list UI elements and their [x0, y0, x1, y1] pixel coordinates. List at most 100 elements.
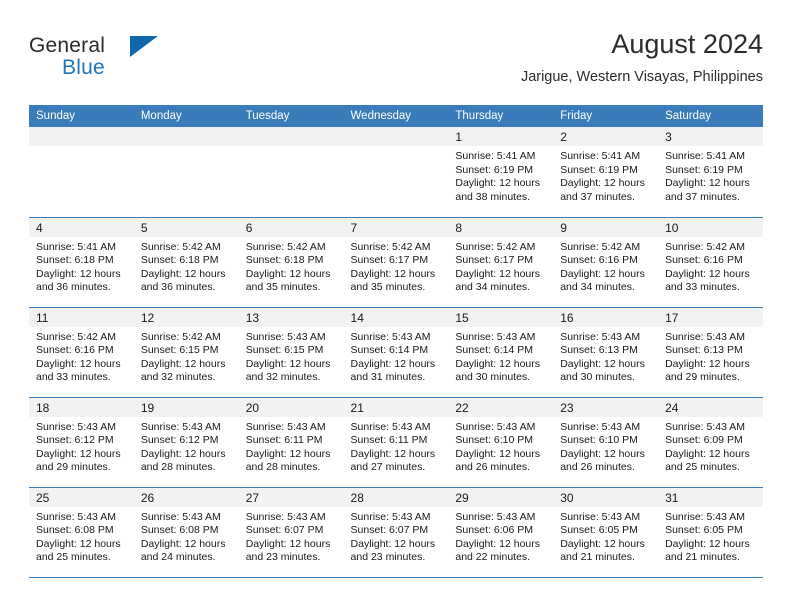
- day-details: Sunrise: 5:43 AM Sunset: 6:12 PM Daylight:…: [134, 417, 239, 475]
- calendar-day-cell-empty: [29, 127, 134, 217]
- day-number: 26: [133, 487, 239, 507]
- daylight-text-line2: and 27 minutes.: [350, 461, 426, 474]
- day-details: Sunrise: 5:43 AM Sunset: 6:14 PM Daylight:…: [344, 327, 449, 385]
- calendar-day-cell[interactable]: 26 Sunrise: 5:43 AM Sunset: 6:08 PM Dayligh…: [133, 486, 239, 578]
- daylight-text-line2: and 26 minutes.: [455, 461, 531, 474]
- daylight-text-line1: Daylight: 12 hours: [36, 447, 121, 460]
- calendar-day-cell[interactable]: 4 Sunrise: 5:41 AM Sunset: 6:18 PM Daylight…: [29, 216, 134, 307]
- sunrise-text: Sunrise: 5:43 AM: [665, 330, 746, 343]
- sunset-text: Sunset: 6:16 PM: [665, 254, 743, 267]
- day-number: 23: [553, 397, 659, 417]
- daylight-text-line1: Daylight: 12 hours: [560, 177, 645, 190]
- sunrise-text: Sunrise: 5:43 AM: [140, 510, 221, 523]
- sunrise-text: Sunrise: 5:43 AM: [350, 420, 431, 433]
- calendar-day-cell[interactable]: 29 Sunrise: 5:43 AM Sunset: 6:06 PM Dayligh…: [448, 486, 554, 578]
- calendar-day-cell[interactable]: 3 Sunrise: 5:41 AM Sunset: 6:19 PM Daylight…: [658, 127, 763, 217]
- day-details: Sunrise: 5:42 AM Sunset: 6:16 PM Daylight:…: [29, 327, 134, 385]
- day-details: Sunrise: 5:43 AM Sunset: 6:08 PM Daylight:…: [134, 507, 239, 565]
- daylight-text-line2: and 33 minutes.: [665, 281, 740, 294]
- day-details: Sunrise: 5:43 AM Sunset: 6:05 PM Daylight:…: [553, 507, 658, 565]
- calendar-day-cell[interactable]: 11 Sunrise: 5:42 AM Sunset: 6:16 PM Dayligh…: [29, 306, 134, 397]
- calendar-day-cell[interactable]: 31 Sunrise: 5:43 AM Sunset: 6:05 PM Dayligh…: [658, 486, 763, 578]
- daylight-text-line1: Daylight: 12 hours: [245, 537, 331, 550]
- calendar-page: General Blue August 2024 Jarigue, Wester…: [0, 0, 792, 612]
- day-number: 14: [343, 307, 449, 327]
- day-number: 3: [658, 127, 763, 146]
- sunrise-text: Sunrise: 5:43 AM: [140, 420, 221, 433]
- day-details: Sunrise: 5:42 AM Sunset: 6:15 PM Daylight:…: [134, 327, 239, 385]
- sunrise-text: Sunrise: 5:42 AM: [350, 240, 431, 253]
- calendar-day-cell[interactable]: 7 Sunrise: 5:42 AM Sunset: 6:17 PM Daylight…: [343, 216, 449, 307]
- calendar-day-cell[interactable]: 22 Sunrise: 5:43 AM Sunset: 6:10 PM Dayligh…: [448, 396, 554, 487]
- general-blue-logo[interactable]: General Blue: [29, 34, 209, 86]
- calendar-day-cell[interactable]: 17 Sunrise: 5:43 AM Sunset: 6:13 PM Dayligh…: [658, 306, 763, 397]
- sunset-text: Sunset: 6:17 PM: [455, 254, 534, 267]
- day-cell-inner: 11 Sunrise: 5:42 AM Sunset: 6:16 PM Dayligh…: [29, 307, 134, 397]
- calendar-day-cell[interactable]: 24 Sunrise: 5:43 AM Sunset: 6:09 PM Dayligh…: [658, 396, 763, 487]
- sunrise-text: Sunrise: 5:43 AM: [245, 510, 326, 523]
- calendar-day-cell[interactable]: 9 Sunrise: 5:42 AM Sunset: 6:16 PM Daylight…: [553, 216, 659, 307]
- daylight-text-line1: Daylight: 12 hours: [245, 267, 331, 280]
- day-cell-inner: 19 Sunrise: 5:43 AM Sunset: 6:12 PM Dayligh…: [133, 397, 239, 487]
- calendar-week-row: 11 Sunrise: 5:42 AM Sunset: 6:16 PM Dayligh…: [29, 306, 763, 397]
- daylight-text-line2: and 35 minutes.: [350, 281, 426, 294]
- calendar-day-cell[interactable]: 16 Sunrise: 5:43 AM Sunset: 6:13 PM Dayligh…: [553, 306, 659, 397]
- day-details: Sunrise: 5:42 AM Sunset: 6:18 PM Daylight:…: [134, 237, 239, 295]
- sunset-text: Sunset: 6:09 PM: [665, 434, 743, 447]
- sunset-text: Sunset: 6:11 PM: [245, 434, 323, 447]
- daylight-text-line2: and 29 minutes.: [36, 461, 111, 474]
- calendar-day-cell[interactable]: 14 Sunrise: 5:43 AM Sunset: 6:14 PM Dayligh…: [343, 306, 449, 397]
- daylight-text-line1: Daylight: 12 hours: [36, 357, 121, 370]
- day-cell-inner: 3 Sunrise: 5:41 AM Sunset: 6:19 PM Daylight…: [658, 127, 763, 217]
- sunset-text: Sunset: 6:16 PM: [36, 344, 114, 357]
- calendar-day-cell[interactable]: 18 Sunrise: 5:43 AM Sunset: 6:12 PM Dayligh…: [29, 396, 134, 487]
- sunrise-text: Sunrise: 5:42 AM: [245, 240, 326, 253]
- day-details: Sunrise: 5:42 AM Sunset: 6:17 PM Daylight:…: [344, 237, 449, 295]
- day-cell-inner: 4 Sunrise: 5:41 AM Sunset: 6:18 PM Daylight…: [29, 217, 134, 307]
- daylight-text-line1: Daylight: 12 hours: [140, 447, 226, 460]
- day-details: Sunrise: 5:43 AM Sunset: 6:10 PM Daylight:…: [448, 417, 553, 475]
- sunrise-text: Sunrise: 5:43 AM: [560, 510, 641, 523]
- calendar-day-cell[interactable]: 19 Sunrise: 5:43 AM Sunset: 6:12 PM Dayligh…: [133, 396, 239, 487]
- calendar-day-cell[interactable]: 23 Sunrise: 5:43 AM Sunset: 6:10 PM Dayligh…: [553, 396, 659, 487]
- sunset-text: Sunset: 6:10 PM: [455, 434, 534, 447]
- day-number: 30: [553, 487, 659, 507]
- weekday-header-row: Sunday Monday Tuesday Wednesday Thursday…: [29, 105, 763, 127]
- day-details: Sunrise: 5:43 AM Sunset: 6:05 PM Daylight:…: [658, 507, 763, 565]
- sunrise-text: Sunrise: 5:41 AM: [455, 150, 536, 162]
- daylight-text-line1: Daylight: 12 hours: [36, 537, 121, 550]
- calendar-day-cell[interactable]: 13 Sunrise: 5:43 AM Sunset: 6:15 PM Dayligh…: [238, 306, 344, 397]
- calendar-day-cell[interactable]: 21 Sunrise: 5:43 AM Sunset: 6:11 PM Dayligh…: [343, 396, 449, 487]
- day-number: 18: [29, 397, 134, 417]
- day-cell-inner: 6 Sunrise: 5:42 AM Sunset: 6:18 PM Daylight…: [238, 217, 344, 307]
- calendar-day-cell[interactable]: 8 Sunrise: 5:42 AM Sunset: 6:17 PM Daylight…: [448, 216, 554, 307]
- daylight-text-line1: Daylight: 12 hours: [245, 447, 331, 460]
- calendar-day-cell[interactable]: 2 Sunrise: 5:41 AM Sunset: 6:19 PM Daylight…: [553, 127, 659, 217]
- day-details: Sunrise: 5:43 AM Sunset: 6:14 PM Daylight:…: [448, 327, 553, 385]
- calendar-day-cell[interactable]: 5 Sunrise: 5:42 AM Sunset: 6:18 PM Daylight…: [133, 216, 239, 307]
- sunset-text: Sunset: 6:19 PM: [455, 163, 534, 176]
- calendar-day-cell[interactable]: 12 Sunrise: 5:42 AM Sunset: 6:15 PM Dayligh…: [133, 306, 239, 397]
- calendar-day-cell[interactable]: 20 Sunrise: 5:43 AM Sunset: 6:11 PM Dayligh…: [238, 396, 344, 487]
- calendar-day-cell[interactable]: 27 Sunrise: 5:43 AM Sunset: 6:07 PM Dayligh…: [238, 486, 344, 578]
- calendar-day-cell[interactable]: 30 Sunrise: 5:43 AM Sunset: 6:05 PM Dayligh…: [553, 486, 659, 578]
- day-cell-inner: 12 Sunrise: 5:42 AM Sunset: 6:15 PM Dayligh…: [133, 307, 239, 397]
- daylight-text-line2: and 36 minutes.: [36, 281, 111, 294]
- daylight-text-line1: Daylight: 12 hours: [560, 267, 645, 280]
- day-number: 22: [448, 397, 554, 417]
- calendar-day-cell[interactable]: 6 Sunrise: 5:42 AM Sunset: 6:18 PM Daylight…: [238, 216, 344, 307]
- calendar-week-row: 4 Sunrise: 5:41 AM Sunset: 6:18 PM Daylight…: [29, 216, 763, 307]
- calendar-day-cell[interactable]: 1 Sunrise: 5:41 AM Sunset: 6:19 PM Daylight…: [448, 127, 554, 217]
- sunrise-text: Sunrise: 5:42 AM: [140, 330, 221, 343]
- day-cell-inner: 9 Sunrise: 5:42 AM Sunset: 6:16 PM Daylight…: [553, 217, 659, 307]
- daylight-text-line1: Daylight: 12 hours: [665, 447, 750, 460]
- calendar-week-row: 25 Sunrise: 5:43 AM Sunset: 6:08 PM Dayligh…: [29, 486, 763, 578]
- calendar-day-cell[interactable]: 28 Sunrise: 5:43 AM Sunset: 6:07 PM Dayligh…: [343, 486, 449, 578]
- daylight-text-line2: and 22 minutes.: [455, 551, 531, 564]
- calendar-day-cell[interactable]: 10 Sunrise: 5:42 AM Sunset: 6:16 PM Dayligh…: [658, 216, 763, 307]
- calendar-day-cell[interactable]: 15 Sunrise: 5:43 AM Sunset: 6:14 PM Dayligh…: [448, 306, 554, 397]
- calendar-day-cell[interactable]: 25 Sunrise: 5:43 AM Sunset: 6:08 PM Dayligh…: [29, 486, 134, 578]
- sunrise-text: Sunrise: 5:43 AM: [665, 510, 746, 523]
- daylight-text-line1: Daylight: 12 hours: [665, 177, 750, 190]
- daylight-text-line2: and 32 minutes.: [245, 371, 321, 384]
